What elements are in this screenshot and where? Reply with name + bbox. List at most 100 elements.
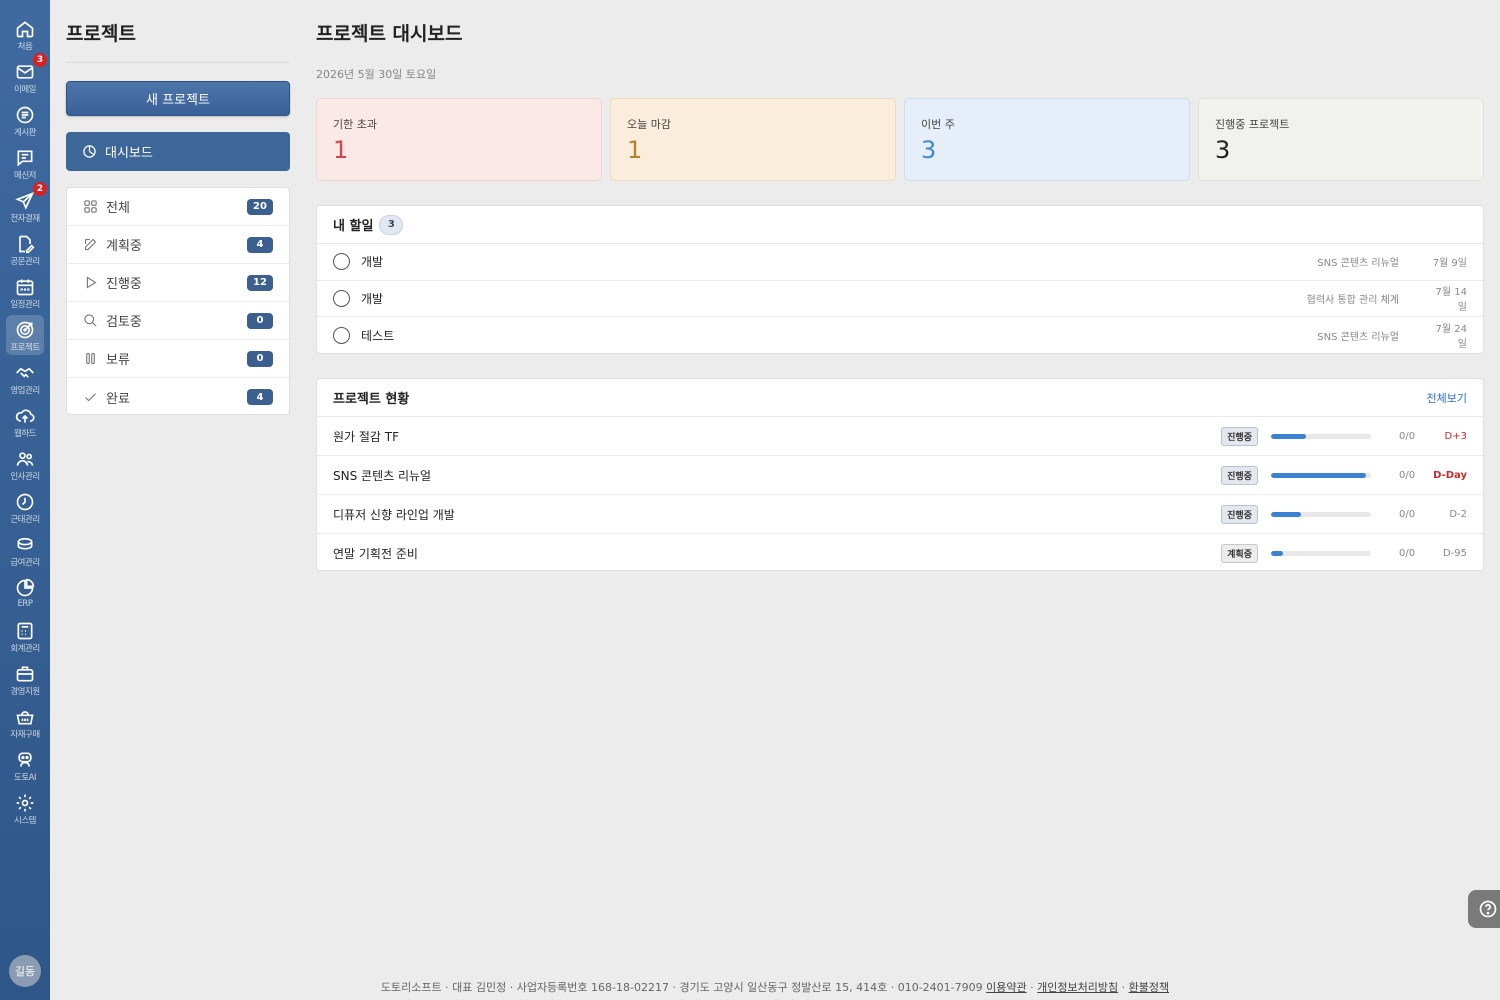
status-badge: 진행중 xyxy=(1221,426,1258,446)
rail-item-management[interactable]: 경영지원 xyxy=(6,659,44,699)
project-row[interactable]: 디퓨저 신향 라인업 개발 진행중 0/0 D-2 xyxy=(317,495,1483,534)
project-row[interactable]: SNS 콘텐츠 리뉴얼 진행중 0/0 D-Day xyxy=(317,456,1483,495)
todo-checkbox[interactable] xyxy=(333,289,350,307)
rail-item-payroll[interactable]: 급여관리 xyxy=(6,530,44,570)
dashboard-button[interactable]: 대시보드 xyxy=(66,132,290,171)
stat-value: 1 xyxy=(627,136,643,164)
dday-label: D+3 xyxy=(1444,430,1467,442)
todo-task: 테스트 xyxy=(361,328,395,343)
project-name[interactable]: 연말 기획전 준비 xyxy=(333,545,1221,562)
todo-date: 7월 9일 xyxy=(1432,258,1467,270)
stat-value: 3 xyxy=(921,136,937,164)
target-icon xyxy=(16,321,34,339)
progress-fill xyxy=(1271,472,1366,478)
rail-label: 전자결재 xyxy=(10,214,40,224)
rail-label: 메신저 xyxy=(14,171,36,181)
user-avatar[interactable]: 길동 xyxy=(9,955,41,987)
rail-item-board[interactable]: 게시판 xyxy=(6,100,44,140)
clock-icon xyxy=(16,493,34,511)
search-icon xyxy=(84,314,97,327)
project-name[interactable]: SNS 콘텐츠 리뉴얼 xyxy=(333,467,1221,484)
rail-item-email[interactable]: 이메일 3 xyxy=(6,53,47,97)
rail-label: 영업관리 xyxy=(10,386,40,396)
basket-icon xyxy=(16,711,34,725)
rail-label: 웹하드 xyxy=(14,429,36,439)
footer-link-refund[interactable]: 환불정책 xyxy=(1129,981,1169,994)
filter-count: 0 xyxy=(247,350,273,367)
rail-item-hr[interactable]: 인사관리 xyxy=(6,444,44,484)
filter-planning[interactable]: 계획중 4 xyxy=(67,226,289,264)
footer-link-terms[interactable]: 이용약관 xyxy=(986,981,1026,994)
rail-label: 공문관리 xyxy=(10,257,40,267)
filter-done[interactable]: 완료 4 xyxy=(67,378,289,416)
project-row[interactable]: 연말 기획전 준비 계획중 0/0 D-95 xyxy=(317,534,1483,573)
approval-icon xyxy=(15,191,35,210)
rail-item-ai[interactable]: 도토AI xyxy=(6,745,44,785)
stat-due-today[interactable]: 오늘 마감 1 xyxy=(610,98,896,181)
todo-item[interactable]: 개발 SNS 콘텐츠 리뉴얼 7월 9일 xyxy=(317,244,1483,281)
progress-fill xyxy=(1271,511,1301,517)
app-rail: 처음 이메일 3 게시판 메신저 전자결재 2 공문관리 일정관리 프로젝트 영… xyxy=(0,0,50,1000)
rail-item-approval[interactable]: 전자결재 2 xyxy=(6,182,47,226)
footer: 도토리소프트 · 대표 김민정 · 사업자등록번호 168-18-02217 ·… xyxy=(50,979,1500,995)
rail-item-calendar[interactable]: 일정관리 xyxy=(6,272,44,312)
status-badge: 진행중 xyxy=(1221,504,1258,524)
progress-bar xyxy=(1271,551,1371,556)
play-icon xyxy=(86,276,97,289)
filter-count: 20 xyxy=(247,198,273,215)
project-row[interactable]: 원가 절감 TF 진행중 0/0 D+3 xyxy=(317,417,1483,456)
todo-task: 개발 xyxy=(361,255,384,270)
stat-overdue[interactable]: 기한 초과 1 xyxy=(316,98,602,181)
rail-item-attendance[interactable]: 근태관리 xyxy=(6,487,44,527)
stat-value: 3 xyxy=(1215,136,1231,164)
rail-label: 처음 xyxy=(17,42,33,52)
todo-item[interactable]: 테스트 SNS 콘텐츠 리뉴얼 7월 24일 xyxy=(317,317,1483,354)
rail-item-erp[interactable]: ERP xyxy=(6,573,44,613)
rail-label: 이메일 xyxy=(14,85,36,95)
rail-item-sales[interactable]: 영업관리 xyxy=(6,358,44,398)
project-status-header: 프로젝트 현황 전체보기 xyxy=(317,379,1483,417)
progress-fill xyxy=(1271,433,1306,439)
stat-label: 이번 주 xyxy=(921,118,955,131)
rail-item-purchase[interactable]: 자재구매 xyxy=(6,702,44,742)
rail-item-home[interactable]: 처음 xyxy=(6,14,44,54)
footer-link-privacy[interactable]: 개인정보처리방침 xyxy=(1037,981,1118,994)
rail-label: 시스템 xyxy=(14,816,36,826)
filter-review[interactable]: 검토중 0 xyxy=(67,302,289,340)
todo-header: 내 할일 3 xyxy=(317,206,1483,244)
rail-label: ERP xyxy=(17,599,33,609)
filter-count: 4 xyxy=(247,236,273,253)
todo-item[interactable]: 개발 협력사 통합 관리 체계 7월 14일 xyxy=(317,281,1483,317)
project-status-card: 프로젝트 현황 전체보기 원가 절감 TF 진행중 0/0 D+3 SNS 콘텐… xyxy=(316,378,1484,571)
rail-item-docs[interactable]: 공문관리 xyxy=(6,229,44,269)
project-name[interactable]: 원가 절감 TF xyxy=(333,428,1221,445)
grid-icon xyxy=(84,200,97,213)
page-title: 프로젝트 대시보드 xyxy=(316,23,463,45)
help-button[interactable] xyxy=(1468,890,1500,928)
check-icon xyxy=(85,392,96,401)
rail-item-accounting[interactable]: 회계관리 xyxy=(6,616,44,656)
project-name[interactable]: 디퓨저 신향 라인업 개발 xyxy=(333,506,1221,523)
status-filter-list: 전체 20 계획중 4 진행중 12 검토중 0 보류 0 완료 4 xyxy=(66,187,290,415)
rail-item-system[interactable]: 시스템 xyxy=(6,788,44,828)
filter-in-progress[interactable]: 진행중 12 xyxy=(67,264,289,302)
filter-hold[interactable]: 보류 0 xyxy=(67,340,289,378)
rail-item-messenger[interactable]: 메신저 xyxy=(6,143,44,183)
todo-project: SNS 콘텐츠 리뉴얼 xyxy=(1317,258,1399,270)
rail-label: 경영지원 xyxy=(10,687,40,697)
stat-active-projects[interactable]: 진행중 프로젝트 3 xyxy=(1198,98,1484,181)
todo-count-badge: 3 xyxy=(379,214,404,235)
stat-this-week[interactable]: 이번 주 3 xyxy=(904,98,1190,181)
rail-item-webhard[interactable]: 웹하드 xyxy=(6,401,44,441)
footer-separator: · xyxy=(1030,981,1034,994)
briefcase-icon xyxy=(16,666,34,682)
rail-item-project[interactable]: 프로젝트 xyxy=(6,315,44,355)
filter-all[interactable]: 전체 20 xyxy=(67,188,289,226)
todo-checkbox[interactable] xyxy=(333,253,350,271)
stat-label: 오늘 마감 xyxy=(627,118,671,131)
view-all-link[interactable]: 전체보기 xyxy=(1427,390,1467,406)
todo-checkbox[interactable] xyxy=(333,326,350,344)
stat-value: 1 xyxy=(333,136,349,164)
new-project-button[interactable]: 새 프로젝트 xyxy=(66,81,290,116)
filter-count: 12 xyxy=(247,274,273,291)
